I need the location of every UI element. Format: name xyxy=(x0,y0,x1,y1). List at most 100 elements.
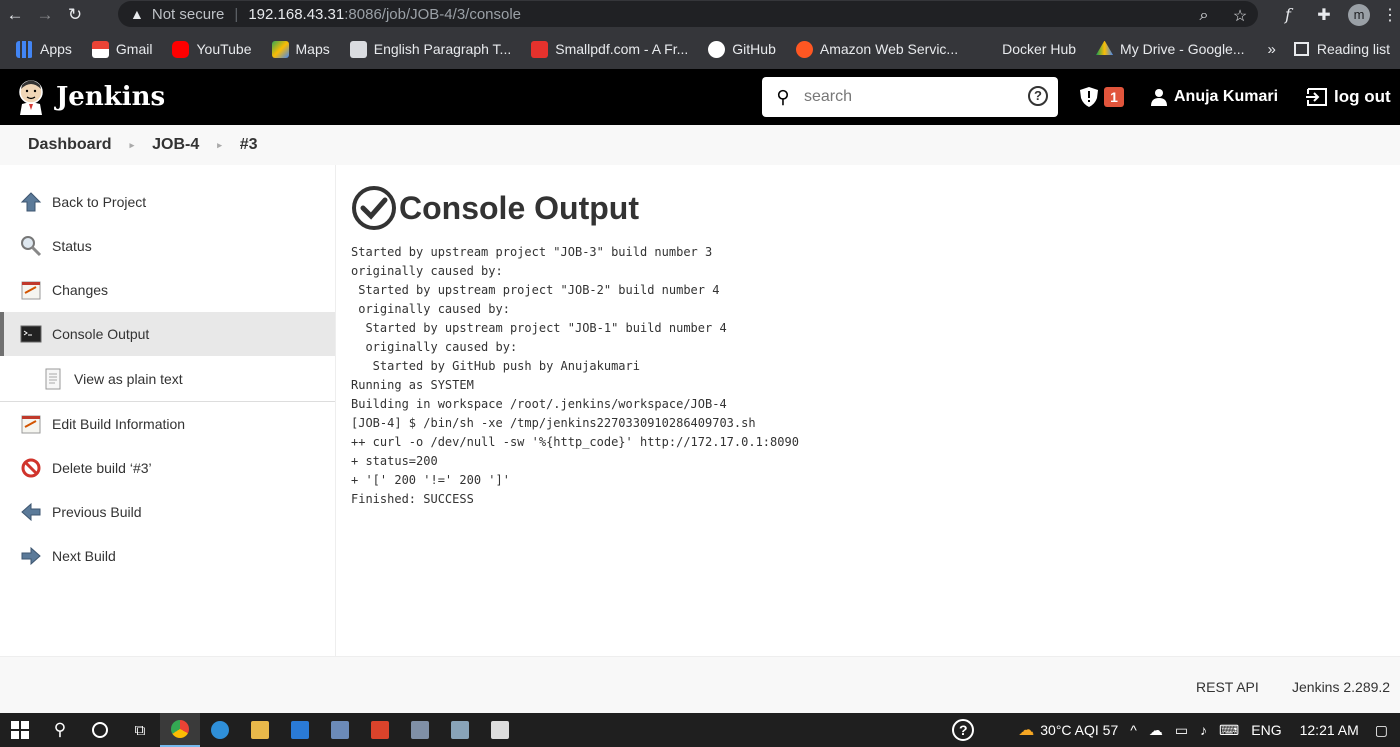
vscode-taskbar-icon[interactable] xyxy=(280,713,320,747)
console-line: Finished: SUCCESS xyxy=(351,492,474,506)
user-icon xyxy=(1151,89,1167,106)
breadcrumb: Dashboard ▸ JOB-4 ▸ #3 xyxy=(0,125,1400,165)
virtualbox-taskbar-icon[interactable] xyxy=(320,713,360,747)
not-secure-label: Not secure xyxy=(151,5,225,23)
right-arrow-icon xyxy=(21,546,41,566)
search-icon[interactable]: ⚲ xyxy=(40,713,80,747)
task-view-icon[interactable]: ⧉ xyxy=(120,713,160,747)
notepad-icon xyxy=(21,281,41,300)
reload-icon[interactable]: ↻ xyxy=(60,0,90,29)
url-host: 192.168.43.31 xyxy=(248,5,345,23)
security-alert-badge[interactable]: 1 xyxy=(1104,87,1124,107)
toolbox-taskbar-icon[interactable] xyxy=(360,713,400,747)
bookmark-maps[interactable]: Maps xyxy=(271,40,330,58)
console-line: Building in workspace /root/.jenkins/wor… xyxy=(351,397,727,411)
console-line: originally caused by: xyxy=(351,340,518,354)
help-circle-icon[interactable]: ? xyxy=(952,719,975,741)
formula-extension-icon[interactable]: f xyxy=(1270,5,1306,24)
bookmark-my-drive[interactable]: My Drive - Google... xyxy=(1096,40,1245,58)
side-panel: Back to Project Status Changes Console O… xyxy=(0,165,336,656)
task-status[interactable]: Status xyxy=(0,224,335,268)
file-explorer-taskbar-icon[interactable] xyxy=(240,713,280,747)
console-line: originally caused by: xyxy=(351,302,510,316)
smallpdf-icon xyxy=(531,40,549,58)
bookmark-apps[interactable]: Apps xyxy=(16,40,72,58)
bookmark-smallpdf[interactable]: Smallpdf.com - A Fr... xyxy=(531,40,688,58)
task-next-build[interactable]: Next Build xyxy=(0,534,335,578)
breadcrumb-job[interactable]: JOB-4 xyxy=(152,136,199,154)
page-title-text: Console Output xyxy=(399,189,639,226)
up-arrow-icon xyxy=(20,192,42,212)
windows-start-icon[interactable] xyxy=(0,713,40,747)
logout-icon xyxy=(1306,88,1328,106)
volume-icon[interactable]: ♪ xyxy=(1200,722,1207,738)
weather-text[interactable]: 30°C AQI 57 xyxy=(1040,722,1118,738)
reading-list-icon xyxy=(1293,42,1309,56)
language-indicator[interactable]: ENG xyxy=(1251,722,1281,738)
console-line: Started by upstream project "JOB-3" buil… xyxy=(351,245,713,259)
forward-arrow-icon[interactable]: → xyxy=(30,0,60,29)
main-panel: Console Output Started by upstream proje… xyxy=(351,165,1381,509)
terminal-icon xyxy=(20,325,42,343)
browser-menu-icon[interactable]: ⋮ xyxy=(1380,5,1400,25)
bookmark-github[interactable]: GitHub xyxy=(708,40,776,58)
photos-taskbar-icon[interactable] xyxy=(440,713,480,747)
network-icon[interactable]: ▭ xyxy=(1175,722,1188,739)
chevron-right-icon: ▸ xyxy=(129,139,135,150)
bookmark-star-icon[interactable]: ☆ xyxy=(1222,6,1258,26)
zoom-icon[interactable]: ⌕ xyxy=(1186,7,1222,25)
bookmark-gmail[interactable]: Gmail xyxy=(91,40,152,58)
youtube-icon xyxy=(172,40,190,58)
cortana-icon[interactable] xyxy=(80,713,120,747)
notification-icon[interactable]: ▢ xyxy=(1375,722,1388,739)
extensions-puzzle-icon[interactable]: ✚ xyxy=(1306,5,1342,25)
task-back-to-project[interactable]: Back to Project xyxy=(0,180,335,224)
network-app-taskbar-icon[interactable] xyxy=(400,713,440,747)
console-line: + status=200 xyxy=(351,454,438,468)
back-arrow-icon[interactable]: ← xyxy=(0,0,30,29)
user-menu[interactable]: Anuja Kumari xyxy=(1150,88,1278,106)
search-box: ⚲ ? xyxy=(762,77,1058,117)
profile-avatar[interactable]: m xyxy=(1348,3,1370,26)
page-title: Console Output xyxy=(351,185,1381,231)
bookmark-english-paragraph[interactable]: English Paragraph T... xyxy=(349,40,511,58)
address-bar[interactable]: ▲ Not secure | 192.168.43.31:8086/job/JO… xyxy=(118,1,1258,27)
security-shield-icon[interactable] xyxy=(1080,87,1098,107)
breadcrumb-dashboard[interactable]: Dashboard xyxy=(28,136,112,154)
onedrive-icon[interactable]: ☁ xyxy=(1149,722,1163,739)
notepad-edit-icon xyxy=(21,415,41,434)
keyboard-icon[interactable]: ⌨ xyxy=(1219,722,1239,739)
jenkins-logo[interactable]: Jenkins xyxy=(16,79,165,115)
tray-chevron-icon[interactable]: ^ xyxy=(1130,722,1137,738)
task-console-output[interactable]: Console Output xyxy=(0,312,335,356)
rest-api-link[interactable]: REST API xyxy=(1196,679,1259,695)
page-footer: REST API Jenkins 2.289.2 xyxy=(0,656,1400,713)
task-changes[interactable]: Changes xyxy=(0,268,335,312)
clock[interactable]: 12:21 AM xyxy=(1300,722,1359,738)
drive-icon xyxy=(1096,40,1114,55)
task-delete-build[interactable]: Delete build ‘#3’ xyxy=(0,446,335,490)
docker-icon xyxy=(978,41,995,58)
jenkins-header: Jenkins ⚲ ? 1 Anuja Kumari log out xyxy=(0,69,1400,125)
bookmarks-bar: Apps Gmail YouTube Maps English Paragrap… xyxy=(0,29,1400,69)
bookmarks-overflow-icon[interactable]: » xyxy=(1268,41,1276,58)
help-icon[interactable]: ? xyxy=(1028,86,1048,106)
breadcrumb-build[interactable]: #3 xyxy=(240,136,258,154)
task-edit-build-information[interactable]: Edit Build Information xyxy=(0,402,335,446)
search-input[interactable] xyxy=(804,88,1004,106)
console-line: Started by upstream project "JOB-1" buil… xyxy=(351,321,727,335)
chrome-taskbar-icon[interactable] xyxy=(160,713,200,747)
console-line: Started by upstream project "JOB-2" buil… xyxy=(351,283,720,297)
task-previous-build[interactable]: Previous Build xyxy=(0,490,335,534)
bookmark-docker-hub[interactable]: Docker Hub xyxy=(978,41,1076,58)
apps-grid-icon xyxy=(16,40,33,58)
reading-list[interactable]: Reading list xyxy=(1293,41,1390,57)
bookmark-youtube[interactable]: YouTube xyxy=(172,40,252,58)
notes-taskbar-icon[interactable] xyxy=(480,713,520,747)
console-line: originally caused by: xyxy=(351,264,503,278)
bookmark-aws[interactable]: Amazon Web Servic... xyxy=(795,40,958,58)
logout-button[interactable]: log out xyxy=(1306,87,1391,107)
task-view-plain-text[interactable]: View as plain text xyxy=(0,356,335,402)
edge-taskbar-icon[interactable] xyxy=(200,713,240,747)
jenkins-version-link[interactable]: Jenkins 2.289.2 xyxy=(1292,679,1390,695)
